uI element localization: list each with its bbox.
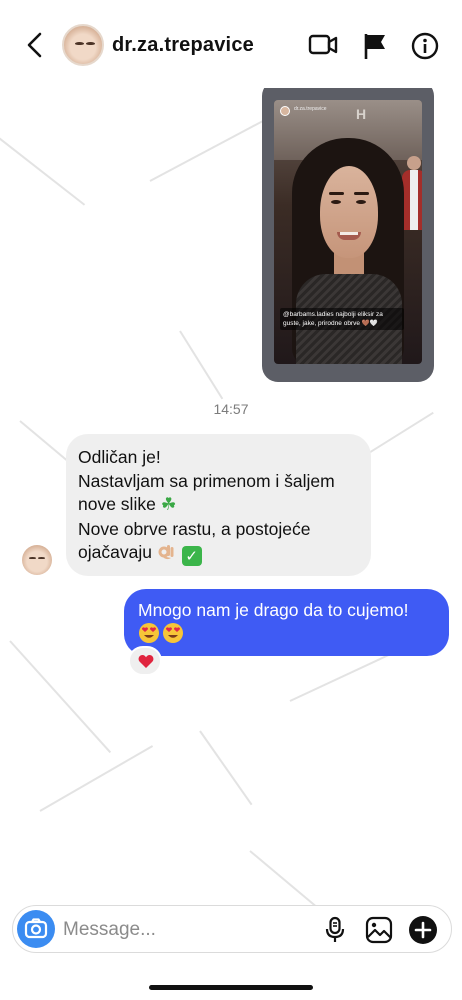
heart-icon	[138, 655, 154, 668]
story-avatar	[280, 106, 290, 116]
chat-header: dr.za.trepavice	[0, 0, 462, 88]
heart-eyes-icon	[139, 623, 159, 643]
shared-story-card[interactable]: H dr.za.trepavice @barbams.ladies najbol…	[262, 80, 434, 382]
incoming-message[interactable]: Odličan je! Nastavljam sa primenom i šal…	[66, 434, 371, 576]
outgoing-message[interactable]: Mnogo nam je drago da to cujemo!	[124, 589, 449, 656]
camera-button[interactable]	[17, 910, 55, 948]
message-composer	[12, 905, 452, 953]
message-line: Nastavljam sa primenom i šaljem	[78, 470, 335, 491]
message-line: nove slike	[78, 494, 156, 515]
chevron-left-icon[interactable]	[20, 30, 50, 60]
gallery-icon[interactable]	[365, 916, 393, 944]
flag-icon[interactable]	[362, 32, 388, 60]
outgoing-message-text: Mnogo nam je drago da to cujemo!	[138, 600, 409, 620]
message-line: ojačavaju	[78, 542, 152, 563]
message-timestamp: 14:57	[213, 401, 249, 417]
microphone-icon[interactable]	[323, 916, 347, 944]
story-username: dr.za.trepavice	[294, 106, 327, 112]
video-camera-icon[interactable]	[308, 33, 338, 57]
home-indicator	[149, 985, 313, 990]
camera-icon	[24, 918, 48, 939]
info-icon[interactable]	[411, 32, 439, 60]
ok-hand-icon	[158, 545, 174, 560]
check-mark-icon: ✓	[181, 546, 202, 567]
avatar[interactable]	[62, 24, 104, 66]
plus-icon[interactable]	[408, 915, 438, 945]
sender-avatar[interactable]	[22, 545, 52, 575]
four-leaf-clover-icon: ☘	[160, 495, 177, 516]
story-caption: @barbams.ladies najbolji eliksir za gust…	[280, 308, 404, 330]
message-reaction[interactable]	[128, 646, 162, 676]
message-input[interactable]	[63, 915, 313, 945]
story-image: H dr.za.trepavice @barbams.ladies najbol…	[274, 100, 422, 364]
message-line: Nove obrve rastu, a postojeće	[78, 518, 311, 539]
heart-eyes-icon	[163, 623, 183, 643]
message-line: Odličan je!	[78, 447, 161, 467]
conversation-title[interactable]: dr.za.trepavice	[112, 34, 254, 57]
